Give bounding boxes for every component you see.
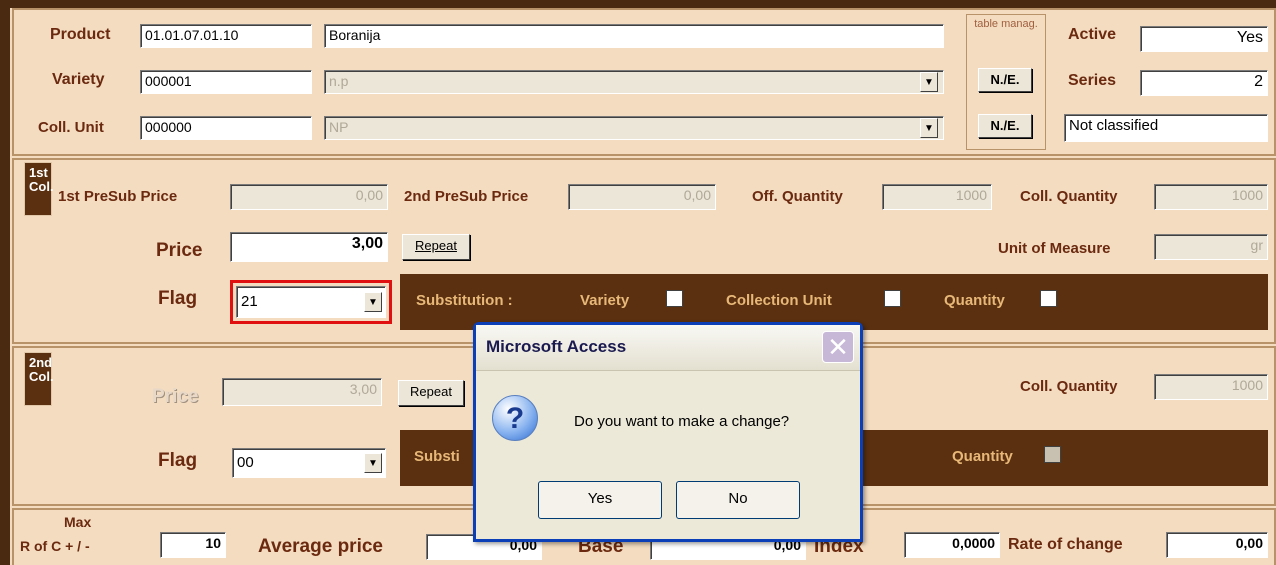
variety-name-combo[interactable]: n.p [324,70,944,94]
index-field[interactable]: 0,0000 [904,532,1000,558]
coll-quantity-field[interactable]: 1000 [1154,184,1268,210]
col2-coll-quantity-label: Coll. Quantity [1020,378,1118,395]
coll-unit-ne-button[interactable]: N./E. [978,114,1032,138]
col2-substitution-label: Substi [414,448,460,465]
unit-of-measure-field[interactable]: gr [1154,234,1268,260]
price-label: Price [156,240,203,261]
flag-label: Flag [158,288,198,309]
question-icon: ? [492,395,538,441]
active-field[interactable]: Yes [1140,26,1268,52]
presub1-label: 1st PreSub Price [58,188,178,205]
flag-value: 21 [241,293,258,310]
product-name-field[interactable]: Boranija [324,24,944,48]
col2-quantity-checkbox[interactable] [1044,446,1061,463]
variety-dropdown-arrow-icon[interactable]: ▼ [920,72,938,92]
col2-flag-value: 00 [237,454,254,471]
off-quantity-field[interactable]: 1000 [882,184,992,210]
rate-of-change-label: Rate of change [1008,536,1123,553]
coll-unit-label: Coll. Unit [38,119,104,136]
average-price-label: Average price [258,536,383,557]
active-label: Active [1068,26,1117,43]
coll-unit-checkbox[interactable] [884,290,901,307]
yes-button[interactable]: Yes [538,481,662,519]
col2-repeat-button[interactable]: Repeat [398,380,464,406]
quantity-checkbox-label: Quantity [944,292,1005,309]
rate-of-change-field[interactable]: 0,00 [1166,532,1268,558]
price-repeat-button[interactable]: Repeat [402,234,470,260]
confirm-dialog: Microsoft Access ✕ ? Do you want to make… [473,322,863,542]
close-icon[interactable]: ✕ [822,331,854,363]
classification-field[interactable]: Not classified [1064,114,1268,142]
col2-flag-combo[interactable]: 00 [232,448,386,478]
max-rofc-field[interactable]: 10 [160,532,226,558]
variety-checkbox[interactable] [666,290,683,307]
variety-ne-button[interactable]: N./E. [978,68,1032,92]
col2-flag-label: Flag [158,450,198,471]
dialog-title: Microsoft Access [486,337,627,356]
presub2-field[interactable]: 0,00 [568,184,716,210]
dialog-message: Do you want to make a change? [574,413,790,430]
col2-price-field[interactable]: 3,00 [222,378,382,406]
max-label: Max [64,514,92,530]
quantity-checkbox[interactable] [1040,290,1057,307]
product-label: Product [50,26,111,43]
no-button[interactable]: No [676,481,800,519]
variety-code-field[interactable]: 000001 [140,70,312,94]
off-quantity-label: Off. Quantity [752,188,843,205]
coll-unit-name-value: NP [329,119,349,135]
coll-unit-name-combo[interactable]: NP [324,116,944,140]
table-manag-label: table manag. [974,18,1038,30]
coll-unit-checkbox-label: Collection Unit [726,292,832,309]
substitution-label: Substitution : [416,292,513,309]
col2-coll-quantity-field[interactable]: 1000 [1154,374,1268,400]
variety-name-value: n.p [329,73,349,89]
unit-of-measure-label: Unit of Measure [998,240,1111,257]
variety-checkbox-label: Variety [580,292,630,309]
coll-unit-dropdown-arrow-icon[interactable]: ▼ [920,118,938,138]
col2-flag-dropdown-arrow-icon[interactable]: ▼ [364,453,382,473]
variety-label: Variety [52,71,105,88]
series-label: Series [1068,72,1117,89]
first-col-badge: 1st Col. [24,162,54,216]
price-field[interactable]: 3,00 [230,232,388,262]
presub1-field[interactable]: 0,00 [230,184,388,210]
second-col-badge: 2nd Col. [24,352,54,406]
coll-quantity-label: Coll. Quantity [1020,188,1118,205]
rofc-label: R of C + / - [20,538,90,554]
product-code-field[interactable]: 01.01.07.01.10 [140,24,312,48]
col2-quantity-checkbox-label: Quantity [952,448,1013,465]
flag-dropdown-arrow-icon[interactable]: ▼ [364,292,382,312]
coll-unit-code-field[interactable]: 000000 [140,116,312,140]
col2-price-label: Price [152,386,199,407]
series-field[interactable]: 2 [1140,70,1268,96]
presub2-label: 2nd PreSub Price [404,188,529,205]
